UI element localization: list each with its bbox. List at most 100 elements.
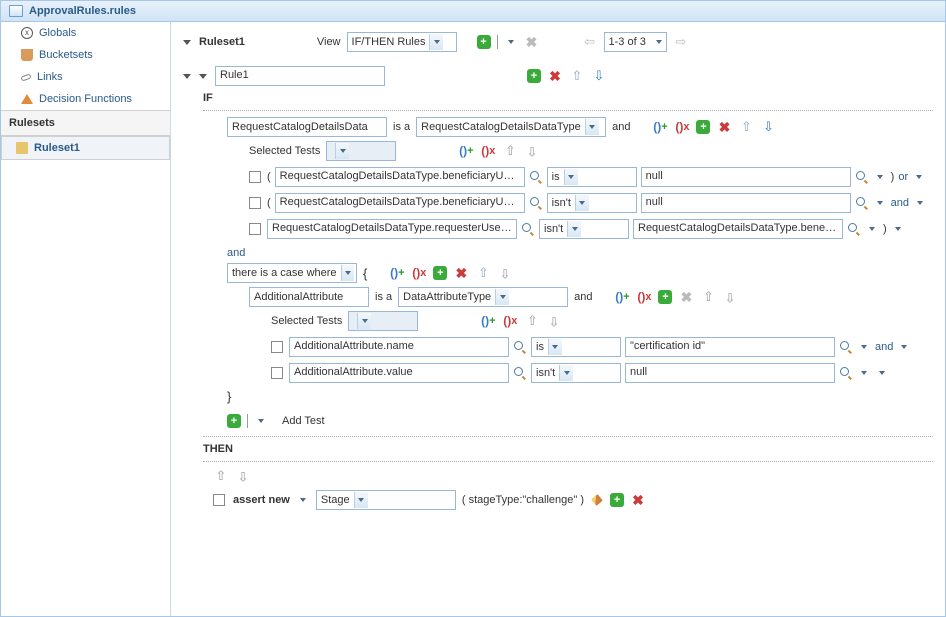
paren-right-icon[interactable]: ()x — [411, 265, 427, 281]
chevron-down-icon[interactable] — [183, 74, 191, 79]
operator-dropdown[interactable]: isn't — [531, 363, 621, 383]
move-down-icon[interactable]: ⇧ — [235, 468, 251, 484]
add-icon[interactable]: + — [227, 414, 241, 428]
move-down-icon[interactable]: ⇧ — [497, 265, 513, 281]
delete-icon[interactable]: ✖ — [630, 492, 646, 508]
paren-left-icon[interactable]: ()+ — [458, 143, 474, 159]
chevron-down-icon[interactable] — [183, 40, 191, 45]
paren-left-icon[interactable]: ()+ — [480, 313, 496, 329]
rhs-menu-arrow[interactable] — [857, 369, 871, 377]
add-icon[interactable]: + — [610, 493, 624, 507]
rhs-input[interactable]: null — [641, 167, 851, 187]
search-icon[interactable] — [839, 340, 853, 354]
sidebar-item-ruleset1[interactable]: Ruleset1 — [1, 136, 170, 160]
add-icon[interactable]: + — [433, 266, 447, 280]
rhs-menu-arrow[interactable] — [865, 225, 879, 233]
search-icon[interactable] — [855, 170, 869, 184]
condition-checkbox[interactable] — [271, 341, 283, 353]
rhs-menu-arrow[interactable] — [873, 173, 887, 181]
paren-right-icon[interactable]: ()x — [502, 313, 518, 329]
move-up-icon[interactable]: ⇧ — [569, 68, 585, 84]
lhs-input[interactable]: AdditionalAttribute.value — [289, 363, 509, 383]
paren-left-icon[interactable]: ()+ — [614, 289, 630, 305]
search-icon[interactable] — [521, 222, 535, 236]
delete-icon[interactable]: ✖ — [547, 68, 563, 84]
rhs-input[interactable]: "certification id" — [625, 337, 835, 357]
move-down-icon[interactable]: ⇧ — [524, 143, 540, 159]
lhs-input[interactable]: RequestCatalogDetailsDataType.beneficiar… — [275, 167, 525, 187]
join-menu-arrow[interactable] — [913, 199, 927, 207]
prev-icon[interactable]: ⇦ — [582, 34, 598, 50]
sidebar-item-globals[interactable]: x Globals — [1, 22, 170, 44]
add-menu-arrow[interactable] — [254, 417, 268, 425]
and-link[interactable]: and — [227, 247, 245, 259]
condition-checkbox[interactable] — [249, 171, 261, 183]
add-icon[interactable]: + — [527, 69, 541, 83]
condition-checkbox[interactable] — [249, 223, 261, 235]
add-icon[interactable]: + — [477, 35, 491, 49]
sidebar-item-decision-functions[interactable]: Decision Functions — [1, 88, 170, 110]
next-icon[interactable]: ⇨ — [673, 34, 689, 50]
action-menu-arrow[interactable] — [296, 496, 310, 504]
edit-icon[interactable] — [591, 494, 603, 506]
chevron-down-icon[interactable] — [199, 74, 207, 79]
inner-subject-dropdown[interactable]: AdditionalAttribute — [249, 287, 369, 307]
paren-right-icon[interactable]: ()x — [636, 289, 652, 305]
add-icon[interactable]: + — [658, 290, 672, 304]
subject-dropdown[interactable]: RequestCatalogDetailsData — [227, 117, 387, 137]
delete-icon[interactable]: ✖ — [716, 119, 732, 135]
condition-checkbox[interactable] — [271, 367, 283, 379]
lhs-input[interactable]: AdditionalAttribute.name — [289, 337, 509, 357]
selected-tests-dropdown[interactable] — [326, 141, 396, 161]
rhs-menu-arrow[interactable] — [873, 199, 887, 207]
view-dropdown[interactable]: IF/THEN Rules — [347, 32, 457, 52]
add-icon[interactable]: + — [696, 120, 710, 134]
page-info[interactable]: 1-3 of 3 — [604, 32, 667, 52]
move-down-icon[interactable]: ⇩ — [760, 119, 776, 135]
lhs-input[interactable]: RequestCatalogDetailsDataType.beneficiar… — [275, 193, 525, 213]
add-menu-arrow[interactable] — [504, 38, 518, 46]
join-menu-arrow[interactable] — [891, 225, 905, 233]
move-down-icon[interactable]: ⇧ — [546, 313, 562, 329]
delete-icon[interactable]: ✖ — [678, 289, 694, 305]
search-icon[interactable] — [529, 170, 543, 184]
move-up-icon[interactable]: ⇧ — [524, 313, 540, 329]
operator-dropdown[interactable]: is — [531, 337, 621, 357]
inner-type-dropdown[interactable]: DataAttributeType — [398, 287, 568, 307]
sidebar-item-bucketsets[interactable]: Bucketsets — [1, 44, 170, 66]
delete-icon[interactable]: ✖ — [453, 265, 469, 281]
operator-dropdown[interactable]: isn't — [539, 219, 629, 239]
search-icon[interactable] — [513, 366, 527, 380]
operator-dropdown[interactable]: isn't — [547, 193, 637, 213]
search-icon[interactable] — [855, 196, 869, 210]
move-up-icon[interactable]: ⇧ — [502, 143, 518, 159]
search-icon[interactable] — [529, 196, 543, 210]
rhs-input[interactable]: null — [625, 363, 835, 383]
sidebar-item-links[interactable]: Links — [1, 66, 170, 88]
action-target-dropdown[interactable]: Stage — [316, 490, 456, 510]
join-menu-arrow[interactable] — [912, 173, 926, 181]
paren-left-icon[interactable]: ()+ — [389, 265, 405, 281]
join-link[interactable]: and — [891, 197, 909, 209]
search-icon[interactable] — [513, 340, 527, 354]
lhs-input[interactable]: RequestCatalogDetailsDataType.requesterU… — [267, 219, 517, 239]
selected-tests-dropdown[interactable] — [348, 311, 418, 331]
search-icon[interactable] — [839, 366, 853, 380]
type-dropdown[interactable]: RequestCatalogDetailsDataType — [416, 117, 606, 137]
move-up-icon[interactable]: ⇧ — [738, 119, 754, 135]
rhs-menu-arrow[interactable] — [857, 343, 871, 351]
move-up-icon[interactable]: ⇧ — [213, 468, 229, 484]
move-up-icon[interactable]: ⇧ — [700, 289, 716, 305]
rhs-input[interactable]: null — [641, 193, 851, 213]
join-menu-arrow[interactable] — [875, 369, 889, 377]
paren-right-icon[interactable]: ()x — [674, 119, 690, 135]
case-where-dropdown[interactable]: there is a case where — [227, 263, 357, 283]
rhs-input[interactable]: RequestCatalogDetailsDataType.beneficiar… — [633, 219, 843, 239]
paren-left-icon[interactable]: ()+ — [652, 119, 668, 135]
rule-name-input[interactable]: Rule1 — [215, 66, 385, 86]
delete-icon[interactable]: ✖ — [524, 34, 540, 50]
condition-checkbox[interactable] — [249, 197, 261, 209]
join-link[interactable]: and — [875, 341, 893, 353]
move-up-icon[interactable]: ⇧ — [475, 265, 491, 281]
operator-dropdown[interactable]: is — [547, 167, 637, 187]
